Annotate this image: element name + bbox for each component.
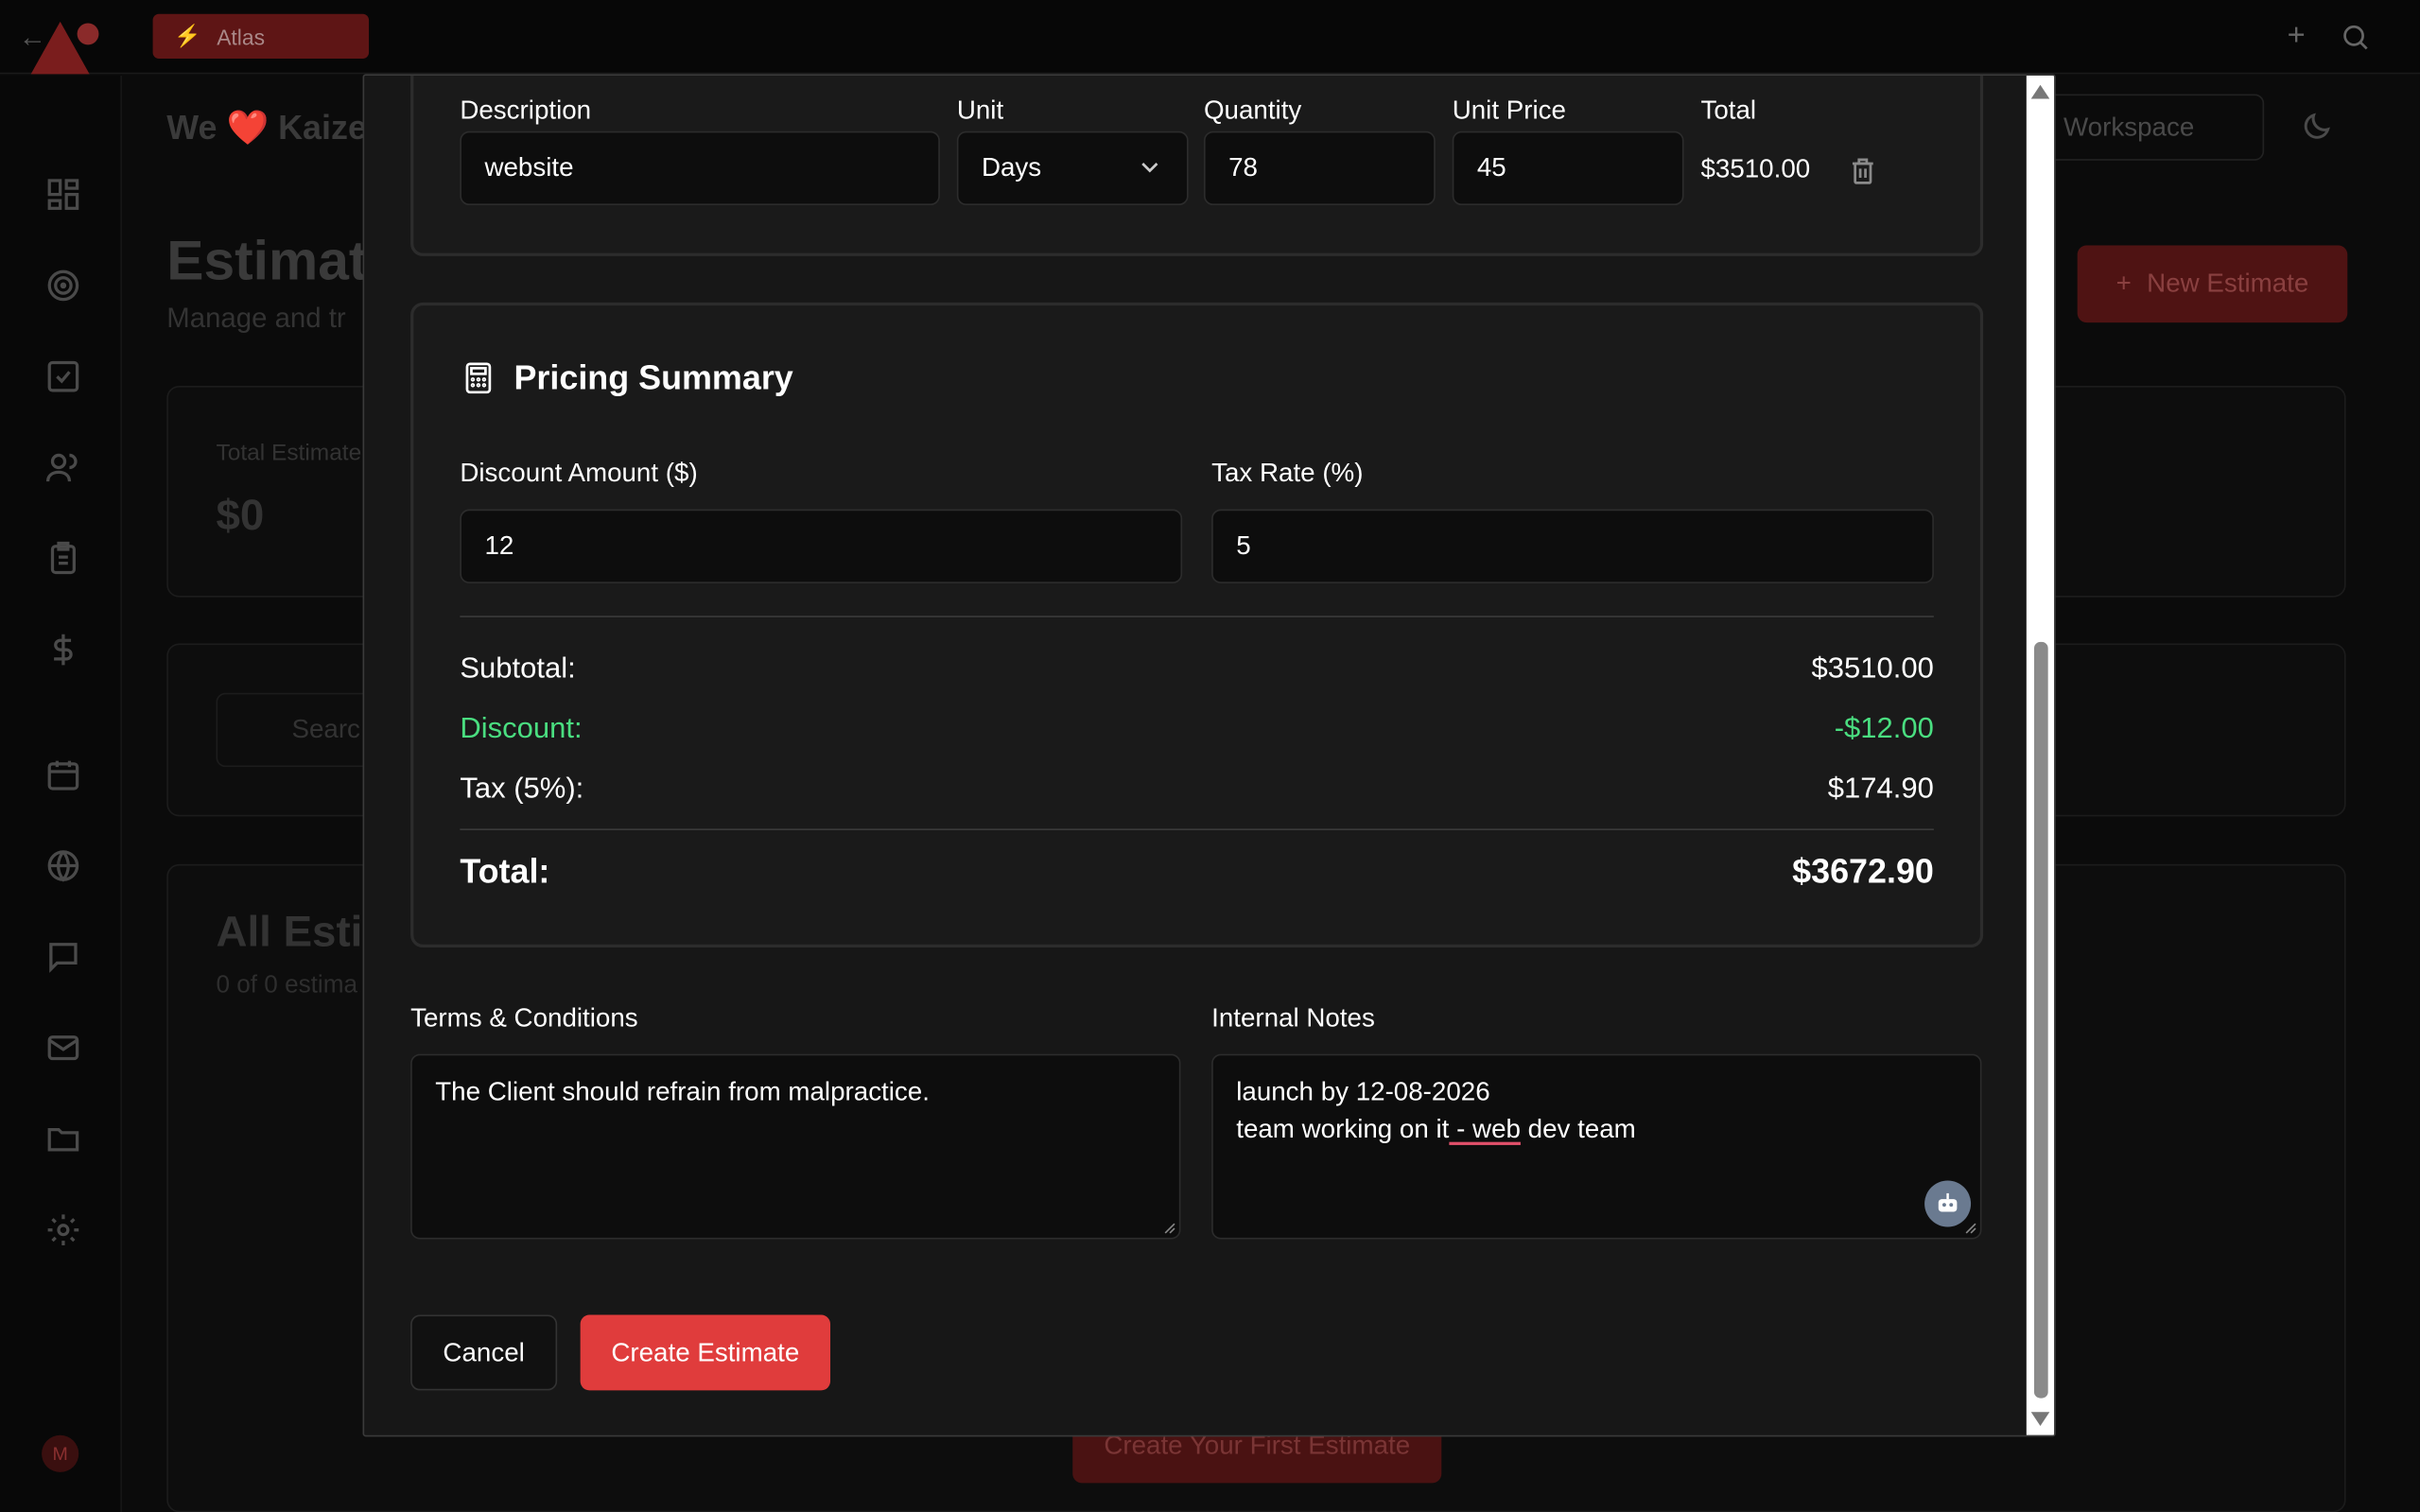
ai-assistant-icon[interactable] [1924, 1180, 1972, 1227]
notes-line-2-c: dev team [1520, 1114, 1636, 1144]
discount-row-label: Discount: [460, 712, 583, 746]
line-total-value: $3510.00 [1700, 154, 1811, 184]
all-estimates-count: 0 of 0 estima [216, 972, 357, 999]
notes-line-2: team working on it - web dev team [1236, 1111, 1957, 1148]
top-bar: ← ⚡ Atlas + [0, 0, 2420, 75]
gear-icon[interactable] [44, 1211, 81, 1248]
pricing-summary-section [410, 302, 1984, 948]
users-icon[interactable] [44, 449, 81, 486]
bolt-icon: ⚡ [174, 23, 201, 48]
unit-price-input[interactable]: 45 [1452, 130, 1684, 206]
discount-amount-input[interactable]: 12 [460, 509, 1183, 583]
moon-icon[interactable] [2300, 110, 2334, 144]
chat-icon[interactable] [44, 938, 81, 975]
notification-dot [77, 23, 99, 45]
terms-text: The Client should refrain from malpracti… [435, 1077, 930, 1107]
tax-rate-input[interactable]: 5 [1211, 509, 1934, 583]
search-icon[interactable] [2340, 22, 2371, 53]
subtotal-label: Subtotal: [460, 652, 576, 686]
mail-icon[interactable] [44, 1030, 81, 1067]
trash-icon[interactable] [1848, 154, 1879, 188]
resize-handle-icon[interactable] [1164, 1223, 1176, 1235]
subtotal-value: $3510.00 [1811, 652, 1934, 686]
scrollbar-thumb[interactable] [2033, 641, 2048, 1399]
unit-select[interactable]: Days [956, 130, 1189, 206]
workspace-heading: We ❤️ Kaize [166, 108, 367, 148]
folder-icon[interactable] [44, 1121, 81, 1157]
unit-price-header: Unit Price [1452, 96, 1566, 126]
plus-icon[interactable]: + [2288, 19, 2306, 55]
total-label: Total: [460, 851, 550, 891]
spellcheck-word: - web [1449, 1114, 1521, 1144]
all-estimates-title: All Esti [216, 907, 363, 956]
cancel-button[interactable]: Cancel [410, 1314, 558, 1391]
discount-row-value: -$12.00 [1834, 712, 1934, 746]
total-row: Total: $3672.90 [460, 852, 1934, 892]
tax-row-label: Tax (5%): [460, 773, 584, 806]
description-header: Description [460, 96, 592, 126]
calendar-icon[interactable] [44, 756, 81, 793]
create-estimate-button[interactable]: Create Estimate [580, 1314, 831, 1391]
description-input[interactable]: website [460, 130, 940, 206]
page-subtitle: Manage and tr [166, 302, 346, 334]
create-estimate-modal: Description Unit Quantity Unit Price Tot… [362, 74, 2056, 1437]
new-estimate-button[interactable]: + New Estimate [2077, 245, 2348, 323]
tax-row-value: $174.90 [1827, 773, 1934, 806]
resize-handle-icon[interactable] [1965, 1223, 1977, 1235]
divider [460, 616, 1934, 617]
discount-row: Discount: -$12.00 [460, 713, 1934, 747]
dollar-icon[interactable] [44, 631, 81, 668]
notes-line-1: launch by 12-08-2026 [1236, 1077, 1490, 1107]
workspace-select[interactable]: Workspace [2033, 94, 2265, 161]
checkbox-icon[interactable] [44, 358, 81, 395]
atlas-label: Atlas [217, 24, 265, 49]
new-estimate-label: New Estimate [2147, 268, 2309, 298]
calculator-icon [465, 362, 492, 394]
chevron-down-icon [1141, 163, 1158, 173]
plus-icon: + [2115, 268, 2132, 298]
sidebar: M [0, 75, 122, 1512]
divider [460, 828, 1934, 831]
scroll-up-arrow-icon[interactable] [2030, 84, 2050, 99]
terms-textarea[interactable]: The Client should refrain from malpracti… [410, 1053, 1181, 1240]
quantity-input[interactable]: 78 [1203, 130, 1436, 206]
subtotal-row: Subtotal: $3510.00 [460, 652, 1934, 686]
globe-icon[interactable] [44, 847, 81, 884]
quantity-header: Quantity [1203, 96, 1302, 126]
clipboard-icon[interactable] [44, 540, 81, 577]
tax-rate-label: Tax Rate (%) [1211, 458, 1364, 488]
target-icon[interactable] [44, 267, 81, 304]
modal-scrollbar[interactable] [2026, 75, 2055, 1435]
internal-notes-label: Internal Notes [1211, 1002, 1375, 1033]
terms-label: Terms & Conditions [410, 1002, 638, 1033]
scroll-down-arrow-icon[interactable] [2030, 1412, 2050, 1426]
total-header: Total [1700, 96, 1757, 126]
tax-row: Tax (5%): $174.90 [460, 773, 1934, 808]
notes-line-2-a: team working on it [1236, 1114, 1450, 1144]
workspace-label: Workspace [2063, 112, 2195, 142]
discount-amount-label: Discount Amount ($) [460, 458, 698, 488]
internal-notes-textarea[interactable]: launch by 12-08-2026 team working on it … [1211, 1053, 1982, 1240]
pricing-summary-title: Pricing Summary [514, 357, 793, 397]
atlas-button[interactable]: ⚡ Atlas [152, 13, 370, 60]
unit-header: Unit [956, 96, 1004, 126]
total-estimates-value: $0 [216, 490, 265, 539]
unit-value: Days [981, 152, 1042, 182]
total-estimates-label: Total Estimate [216, 440, 362, 466]
total-value: $3672.90 [1792, 851, 1934, 891]
avatar[interactable]: M [42, 1434, 79, 1472]
page-title: Estimat [166, 228, 368, 292]
dashboard-icon[interactable] [44, 176, 81, 213]
